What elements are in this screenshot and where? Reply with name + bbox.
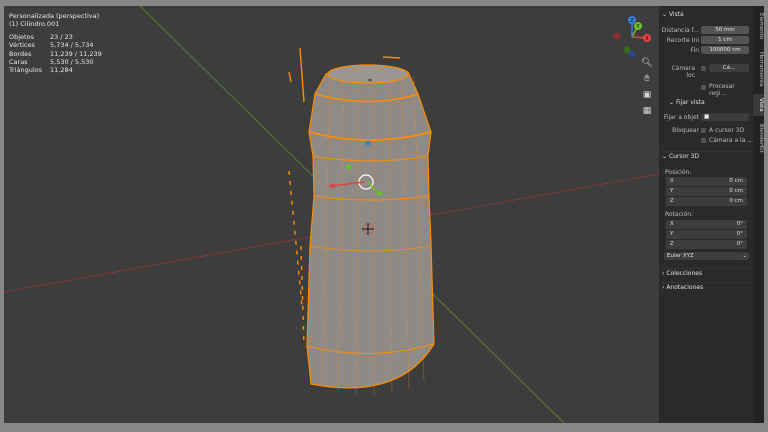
camera-to-view-checkbox[interactable] (701, 138, 706, 143)
clip-start-field[interactable]: 1 cm (701, 36, 749, 44)
collections-header[interactable]: › Colecciones (662, 268, 752, 279)
navigation-gizmo[interactable]: X Y Z (609, 14, 655, 60)
bottle-top-cap (327, 64, 409, 84)
position-z-field[interactable]: Z0 cm (666, 197, 747, 206)
position-y-field[interactable]: Y0 cm (666, 187, 747, 196)
scene-canvas[interactable] (4, 6, 659, 423)
stat-row: Objetos 23 / 23 (9, 32, 73, 41)
position-x-field[interactable]: X0 cm (666, 177, 747, 186)
zoom-icon[interactable]: 🔍︎ (640, 56, 654, 70)
bottle-origin-dot (368, 78, 372, 82)
hand-icon[interactable]: ✋︎ (640, 72, 654, 86)
focal-label: Distancia f... (661, 27, 699, 34)
stat-row: Caras 5,530 / 5,530 (9, 58, 94, 67)
cursor-header[interactable]: ⌄ Cursor 3D (662, 151, 752, 162)
clip-end-field[interactable]: 100000 cm (701, 46, 749, 54)
position-label: Posición: (665, 169, 692, 176)
lock-to-cursor-checkbox[interactable] (701, 128, 706, 133)
gizmo-z-label: Z (630, 18, 634, 24)
z-handle (365, 140, 371, 146)
lock-header[interactable]: ⌄ Fijar vista (669, 98, 705, 108)
annotations-header[interactable]: › Anotaciones (662, 282, 752, 293)
stat-row: Triángulos 11,284 (9, 66, 73, 75)
sidebar-tabs: Elemento Herramienta Vista BlenderKit (753, 6, 764, 423)
rotation-y-field[interactable]: Y 0° (666, 230, 747, 239)
stat-row: Vértices 5,734 / 5,734 (9, 41, 94, 50)
tab-herramienta[interactable]: Herramienta (753, 46, 764, 92)
clip-start-label: Recorte Ini (666, 37, 699, 44)
camera-icon[interactable]: ▣ (640, 88, 654, 102)
sidebar-n-panel: ⌄ Vista Distancia f... 50 mm Recorte Ini… (659, 6, 753, 423)
y-handle (346, 164, 352, 170)
lock-object-label: Fijar a objet (663, 114, 699, 121)
local-camera-field[interactable]: Cá... (709, 64, 749, 72)
tab-elemento[interactable]: Elemento (753, 8, 764, 44)
vista-header[interactable]: ⌄ Vista (662, 10, 684, 20)
focal-field[interactable]: 50 mm (701, 26, 749, 34)
edge-vertical (299, 47, 305, 103)
camera-to-view-label: Cámara a la ... (709, 137, 753, 144)
stat-row: Bordes 11,239 / 11,239 (9, 49, 102, 58)
tab-blenderkit[interactable]: BlenderKit (753, 118, 764, 158)
render-region-checkbox[interactable] (701, 85, 706, 90)
view-name: Personalizada (perspectiva) (9, 12, 100, 20)
rotation-label: Rotación: (665, 211, 694, 218)
rotation-mode-select[interactable]: Euler XYZ ⌄ (664, 252, 749, 260)
gizmo-x-label: X (645, 36, 649, 42)
edge-dashed-2 (300, 245, 305, 347)
local-camera-checkbox[interactable] (701, 66, 706, 71)
3d-viewport[interactable]: Personalizada (perspectiva) (1) Cilindro… (4, 6, 659, 423)
render-region-label: Procesar regi... (709, 83, 735, 97)
rotation-x-field[interactable]: X 0° (666, 220, 747, 229)
clip-end-label: Fin (690, 47, 699, 54)
viewport-stats: Personalizada (perspectiva) (1) Cilindro… (9, 12, 102, 75)
lock-object-field[interactable]: ■ (701, 113, 749, 121)
blender-window: Personalizada (perspectiva) (1) Cilindro… (0, 0, 768, 432)
lock-label: Bloquear (672, 127, 699, 134)
rotation-z-field[interactable]: Z 0° (666, 240, 747, 249)
grid-icon[interactable]: ▦ (640, 104, 654, 118)
local-camera-label: Cámara loc (671, 65, 695, 79)
lock-to-cursor-label: A cursor 3D (709, 127, 745, 134)
object-name: (1) Cilindro.001 (9, 20, 60, 29)
edge-top (382, 56, 401, 59)
tab-vista[interactable]: Vista (753, 94, 764, 116)
edge-short (288, 71, 292, 83)
